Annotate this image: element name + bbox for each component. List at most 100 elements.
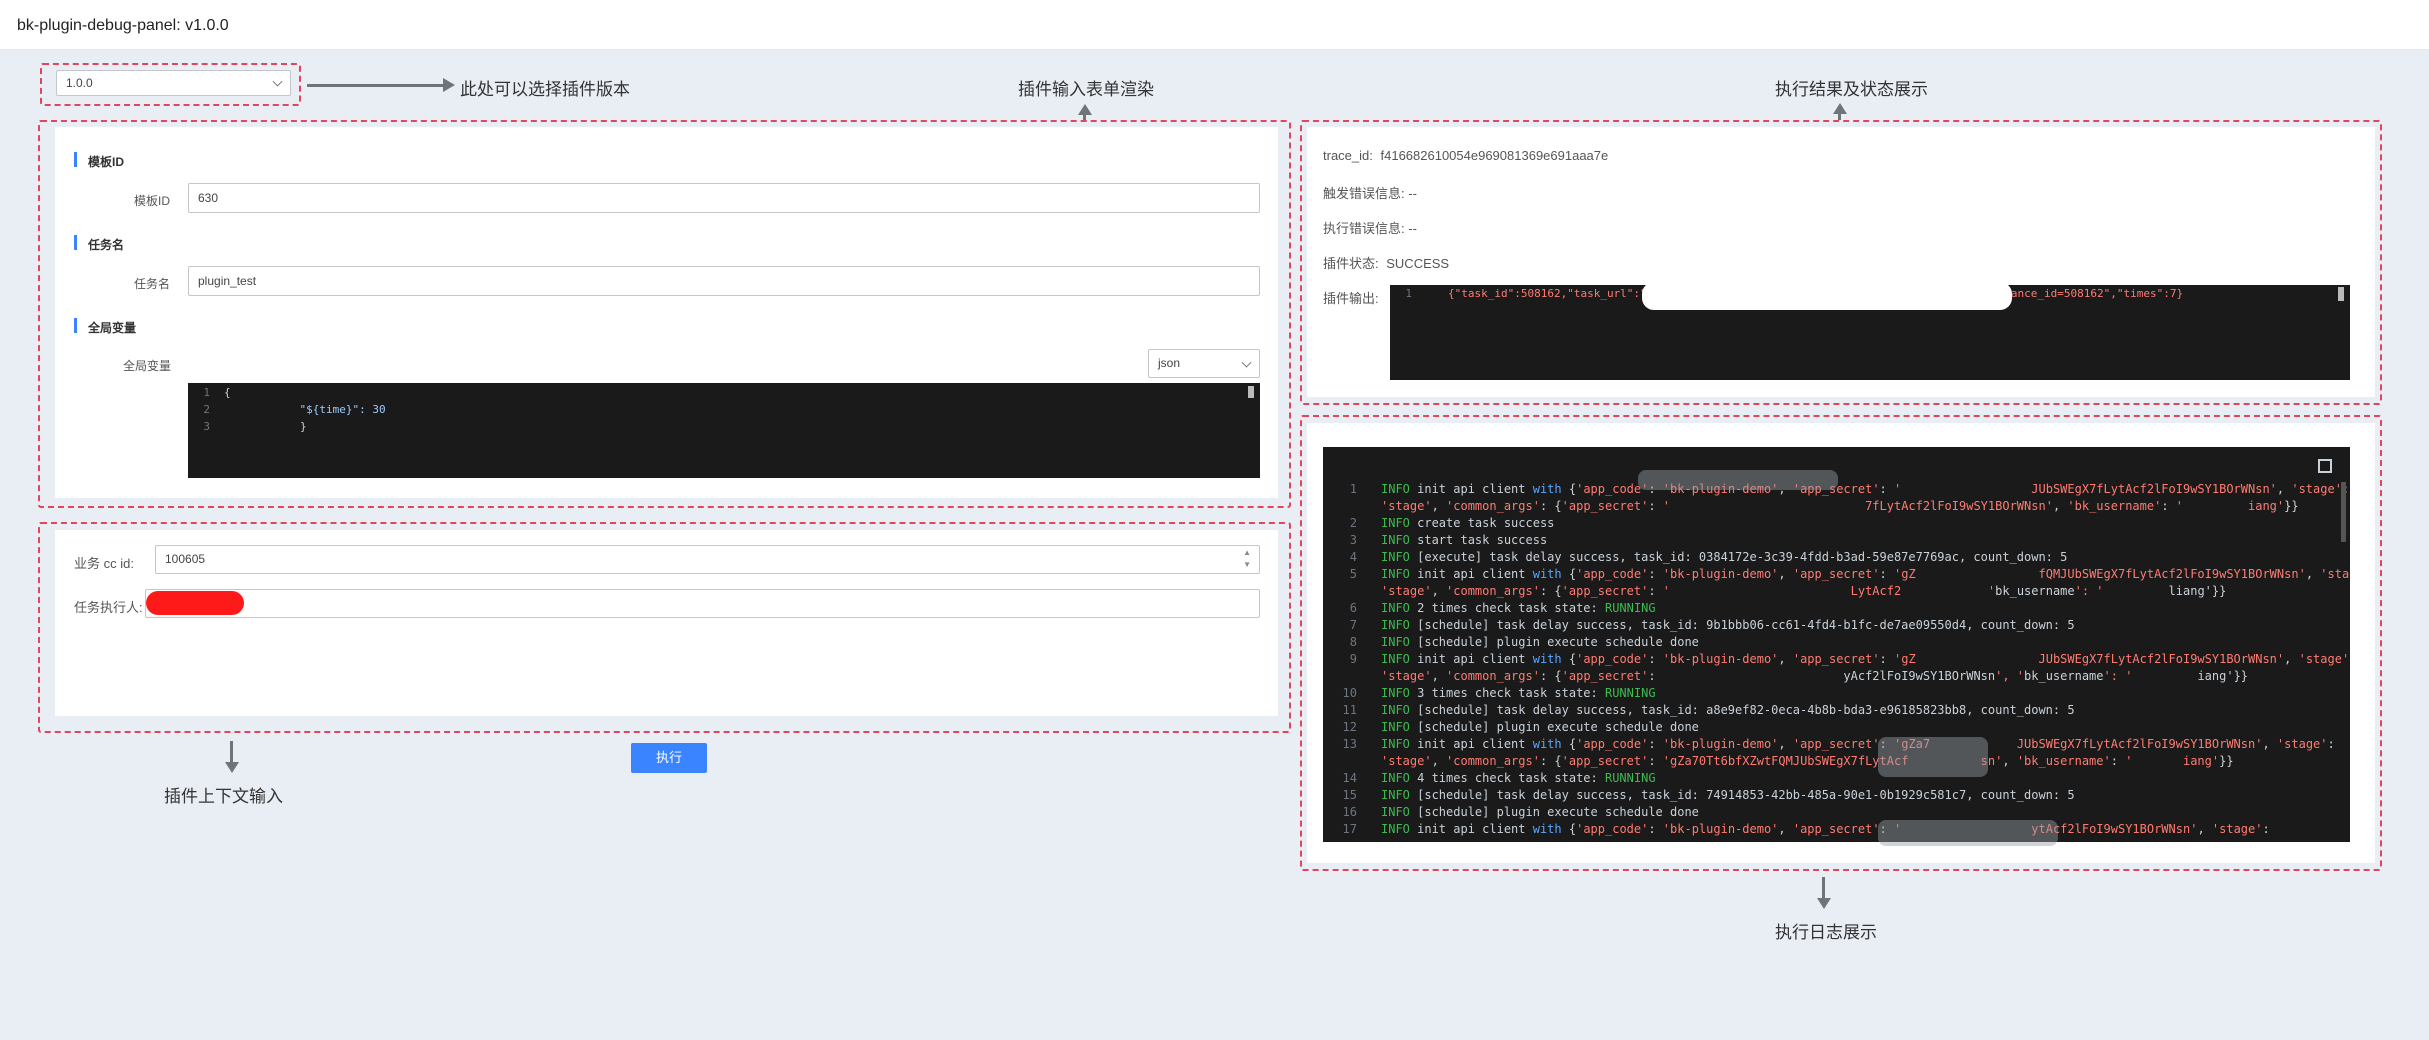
code-line: { xyxy=(224,386,231,399)
log-line-text: INFO [schedule] plugin execute schedule … xyxy=(1381,635,1699,649)
exec-error-row: 执行错误信息: -- xyxy=(1323,218,1417,237)
execute-button[interactable]: 执行 xyxy=(631,743,707,773)
log-line-number: 2 xyxy=(1349,516,1357,530)
task-name-input[interactable]: plugin_test xyxy=(188,266,1260,296)
log-line-text: INFO init api client with {'app_code': '… xyxy=(1381,822,2270,836)
log-line-number: 3 xyxy=(1349,533,1357,547)
version-select-value: 1.0.0 xyxy=(66,76,93,90)
scrollbar-thumb[interactable] xyxy=(2338,287,2344,301)
exec-error-value: -- xyxy=(1408,221,1417,236)
code-line: } xyxy=(300,420,307,433)
header-bar: bk-plugin-debug-panel: v1.0.0 xyxy=(0,0,2429,50)
line-number: 3 xyxy=(203,420,210,433)
log-line-text: INFO [schedule] plugin execute schedule … xyxy=(1381,720,1699,734)
trace-id-row: trace_id: f416682610054e969081369e691aaa… xyxy=(1323,148,1608,163)
cc-id-value: 100605 xyxy=(165,552,206,566)
log-line-number: 1 xyxy=(1349,482,1357,496)
executor-label: 任务执行人: xyxy=(74,600,143,615)
log-line-text: 'stage', 'common_args': {'app_secret': '… xyxy=(1381,754,2234,768)
log-line-text: 'stage', 'common_args': {'app_secret': '… xyxy=(1381,499,2299,513)
log-line-text: INFO init api client with {'app_code': '… xyxy=(1381,737,2335,751)
trigger-error-row: 触发错误信息: -- xyxy=(1323,183,1417,202)
section-title-template-id: 模板ID xyxy=(74,152,124,170)
template-id-value: 630 xyxy=(198,191,219,205)
log-line-number: 11 xyxy=(1342,703,1357,717)
executor-input[interactable] xyxy=(145,589,1260,618)
section-title-global-vars: 全局变量 xyxy=(74,318,136,336)
log-line-text: INFO start task success xyxy=(1381,533,1548,547)
log-line-text: INFO init api client with {'app_code': '… xyxy=(1381,567,2350,581)
redaction-mark xyxy=(1638,470,1838,490)
log-line-text: INFO 3 times check task state: RUNNING xyxy=(1381,686,1656,700)
plugin-status-value: SUCCESS xyxy=(1386,256,1450,271)
trace-id-label: trace_id: xyxy=(1323,148,1373,163)
cc-id-input[interactable]: 100605 ▲ ▼ xyxy=(155,545,1260,574)
section-title-task-name: 任务名 xyxy=(74,235,124,253)
version-select[interactable]: 1.0.0 xyxy=(56,70,291,96)
redaction-mark xyxy=(1642,282,2012,310)
log-line-number: 9 xyxy=(1349,652,1357,666)
annotation-result: 执行结果及状态展示 xyxy=(1775,80,1928,99)
log-line-text: INFO [execute] task delay success, task_… xyxy=(1381,550,2068,564)
chevron-down-icon xyxy=(272,76,283,87)
app-title: bk-plugin-debug-panel: v1.0.0 xyxy=(17,17,229,34)
log-line-text: INFO init api client with {'app_code': '… xyxy=(1381,652,2350,666)
log-line-text: 'stage', 'common_args': {'app_secret': y… xyxy=(1381,669,2249,683)
cc-id-label: 业务 cc id: xyxy=(74,556,134,571)
plugin-output-label: 插件输出: xyxy=(1323,291,1379,306)
log-viewer[interactable]: 1 INFO init api client with {'app_code': … xyxy=(1323,447,2350,842)
global-vars-editor[interactable]: 1 { 2 "${time}": 30 3 } xyxy=(188,383,1260,478)
log-line-text: INFO [schedule] task delay success, task… xyxy=(1381,618,2075,632)
annotation-log: 执行日志展示 xyxy=(1775,923,1877,942)
log-line-number: 4 xyxy=(1349,550,1357,564)
trace-id-value: f416682610054e969081369e691aaa7e xyxy=(1380,148,1609,163)
template-id-input[interactable]: 630 xyxy=(188,183,1260,213)
log-line-text: INFO 2 times check task state: RUNNING xyxy=(1381,601,1656,615)
log-line-number: 7 xyxy=(1349,618,1357,632)
log-line-text: INFO init api client with {'app_code': '… xyxy=(1381,482,2349,496)
global-vars-label: 全局变量 xyxy=(123,359,172,373)
stepper-icon[interactable]: ▲ ▼ xyxy=(1243,547,1251,571)
plugin-status-row: 插件状态: SUCCESS xyxy=(1323,253,1449,272)
log-line-number: 12 xyxy=(1342,720,1357,734)
trigger-error-value: -- xyxy=(1408,186,1417,201)
plugin-status-label: 插件状态: xyxy=(1323,256,1379,271)
arrow-line xyxy=(1838,113,1841,120)
fullscreen-icon[interactable] xyxy=(2318,459,2332,473)
log-line-number: 13 xyxy=(1342,737,1357,751)
redaction-mark xyxy=(1878,737,1988,777)
scrollbar-thumb[interactable] xyxy=(1248,386,1254,398)
arrow-line xyxy=(1822,877,1825,899)
format-select[interactable]: json xyxy=(1148,349,1260,378)
arrow-down-icon xyxy=(1817,898,1831,909)
redaction-mark xyxy=(146,591,244,615)
annotation-context: 插件上下文输入 xyxy=(164,787,283,806)
log-line-number: 10 xyxy=(1342,686,1357,700)
log-line-text: INFO [schedule] task delay success, task… xyxy=(1381,788,2075,802)
log-line-text: 'stage', 'common_args': {'app_secret': '… xyxy=(1381,584,2227,598)
template-id-label: 模板ID xyxy=(134,194,171,208)
log-line-text: INFO [schedule] task delay success, task… xyxy=(1381,703,2075,717)
arrow-line xyxy=(230,741,233,763)
redaction-mark xyxy=(1878,820,2058,846)
log-line-number: 15 xyxy=(1342,788,1357,802)
line-number: 1 xyxy=(203,386,210,399)
log-line-number: 8 xyxy=(1349,635,1357,649)
log-line-number: 5 xyxy=(1349,567,1357,581)
arrow-right-icon xyxy=(443,78,455,92)
line-number: 1 xyxy=(1405,287,1412,300)
log-line-text: INFO [schedule] plugin execute schedule … xyxy=(1381,805,1699,819)
log-line-number: 6 xyxy=(1349,601,1357,615)
exec-error-label: 执行错误信息: xyxy=(1323,221,1405,236)
annotation-form: 插件输入表单渲染 xyxy=(1018,80,1154,99)
task-name-label: 任务名 xyxy=(134,277,171,291)
format-select-value: json xyxy=(1158,356,1181,370)
log-line-number: 17 xyxy=(1342,822,1357,836)
line-number: 2 xyxy=(203,403,210,416)
log-line-text: INFO create task success xyxy=(1381,516,1555,530)
task-name-value: plugin_test xyxy=(198,274,257,288)
log-line-number: 16 xyxy=(1342,805,1357,819)
log-line-number: 14 xyxy=(1342,771,1357,785)
trigger-error-label: 触发错误信息: xyxy=(1323,186,1405,201)
scrollbar-thumb[interactable] xyxy=(2341,482,2346,542)
